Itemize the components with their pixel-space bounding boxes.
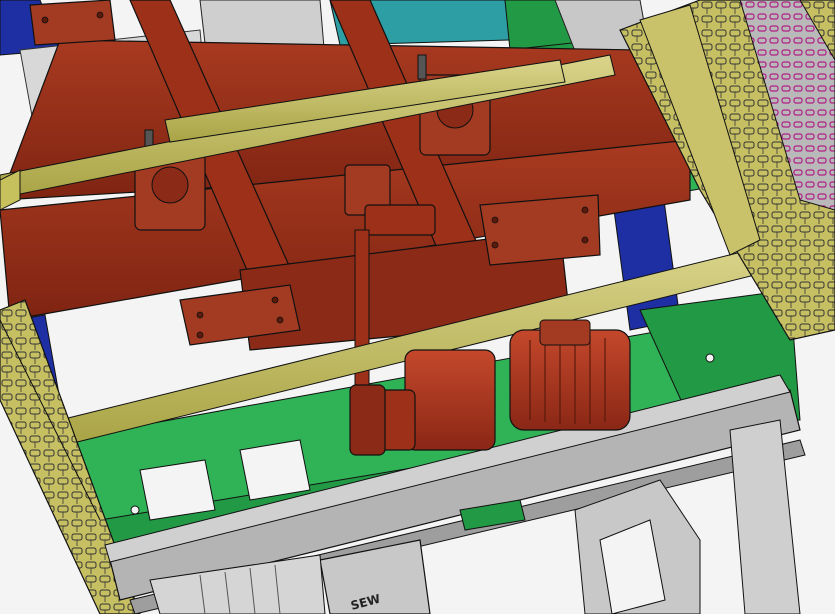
motor-terminal-box — [539, 319, 591, 346]
base-cutout-2 — [139, 459, 216, 521]
base-cutout-1 — [239, 439, 311, 501]
right-mount-bracket[interactable] — [479, 194, 601, 266]
assembly-3d-view[interactable]: SEW — [0, 0, 835, 614]
cad-viewport[interactable]: SEW — [0, 0, 835, 614]
motor-gearbox — [404, 349, 496, 451]
drive-shaft — [354, 229, 370, 411]
base-hole-1 — [130, 505, 140, 515]
motor-coupling — [349, 384, 386, 456]
base-hole-2 — [705, 353, 715, 363]
